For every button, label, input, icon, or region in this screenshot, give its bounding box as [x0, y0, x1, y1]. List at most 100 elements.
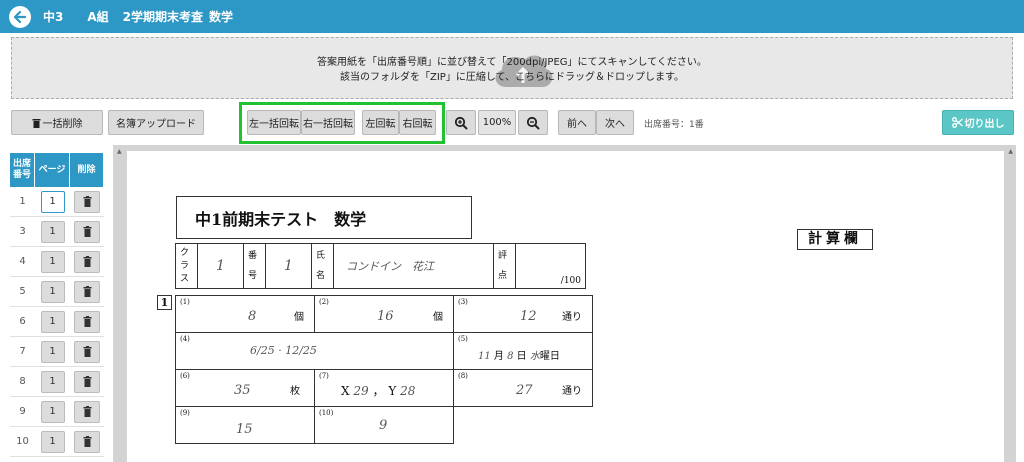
page-field[interactable]: 1 [35, 190, 70, 213]
student-row[interactable]: 41 [10, 247, 104, 277]
answer-label: (8) [458, 372, 468, 380]
page-value[interactable]: 1 [40, 400, 65, 423]
next-label: 次へ [605, 119, 625, 130]
cut-out-button[interactable]: 切り出し [942, 110, 1014, 135]
delete-button[interactable] [70, 430, 104, 453]
zoom-level-label: 100% [482, 117, 512, 128]
delete-button[interactable] [70, 220, 104, 243]
student-row[interactable]: 31 [10, 217, 104, 247]
trash-icon[interactable] [74, 310, 100, 333]
page-value[interactable]: 1 [40, 220, 65, 243]
seat-number: 6 [19, 316, 26, 327]
prev-button[interactable]: 前へ [558, 110, 596, 135]
page-value[interactable]: 1 [40, 310, 65, 333]
answer-value: 15 [236, 422, 253, 437]
score-cell-value: /100 [515, 243, 586, 289]
page-value[interactable]: 1 [40, 190, 65, 213]
delete-button[interactable] [70, 250, 104, 273]
question-number: 1 [157, 295, 172, 310]
name-cell-value: コンドイン 花江 [333, 243, 494, 289]
trash-icon[interactable] [74, 190, 100, 213]
next-button[interactable]: 次へ [596, 110, 634, 135]
answer-cell-7: (7) X 29 ， Y 28 [314, 369, 454, 407]
delete-button[interactable] [70, 370, 104, 393]
delete-button[interactable] [70, 340, 104, 363]
trash-icon[interactable] [74, 400, 100, 423]
trash-icon[interactable] [74, 250, 100, 273]
page-field[interactable]: 1 [35, 430, 70, 453]
rotate-left-button[interactable]: 左回転 [362, 110, 399, 135]
page-value[interactable]: 1 [40, 250, 65, 273]
rotate-right-button[interactable]: 右回転 [399, 110, 436, 135]
student-row[interactable]: 91 [10, 397, 104, 427]
student-row[interactable]: 81 [10, 367, 104, 397]
upload-drop-zone[interactable]: 答案用紙を「出席番号順」に並び替えて「200dpi/JPEG」にてスキャンしてく… [11, 37, 1013, 99]
seat-number: 8 [19, 376, 26, 387]
page-value[interactable]: 1 [40, 280, 65, 303]
page-field[interactable]: 1 [35, 220, 70, 243]
trash-icon[interactable] [74, 220, 100, 243]
trash-icon[interactable] [74, 430, 100, 453]
answer-value: 27 [516, 383, 533, 398]
answer-label: (4) [180, 335, 190, 343]
answer-label: (10) [319, 409, 334, 417]
arrow-left-icon [13, 10, 27, 23]
xy-separator: ， [372, 384, 385, 398]
page-field[interactable]: 1 [35, 400, 70, 423]
class-cell-value: 1 [197, 243, 244, 289]
answer-unit: 個 [433, 312, 443, 323]
answer-cell-8: (8) 27 通り [453, 369, 593, 407]
trash-icon[interactable] [74, 340, 100, 363]
trash-icon[interactable] [74, 280, 100, 303]
answer-label: (9) [180, 409, 190, 417]
delete-button[interactable] [70, 400, 104, 423]
page-value[interactable]: 1 [40, 430, 65, 453]
x-value: 29 [353, 384, 369, 398]
number-cell-label: 番号 [243, 243, 266, 289]
answer-cell-10: (10) 9 [314, 406, 454, 444]
sheet-title: 中1前期末テスト 数学 [176, 196, 472, 239]
student-row[interactable]: 71 [10, 337, 104, 367]
answer-cell-5: (5) 11 月 8 日 水曜日 [453, 332, 593, 370]
scan-viewer[interactable]: ▲ ▲ 中1前期末テスト 数学 計算欄 クラス 1 番号 1 氏名 コンドイン … [113, 145, 1016, 462]
scroll-up-icon-right[interactable]: ▲ [1008, 148, 1013, 155]
trash-icon[interactable] [74, 370, 100, 393]
rotate-right-label: 右回転 [402, 119, 433, 130]
delete-button[interactable] [70, 280, 104, 303]
page-field[interactable]: 1 [35, 250, 70, 273]
answer-label: (7) [319, 372, 329, 380]
page-field[interactable]: 1 [35, 340, 70, 363]
student-list: 出席 番号 ページ 削除 1 1 3 1 4 1 5 1 6 1 7 1 8 1 9 1 10 1 [10, 153, 104, 457]
day-value: 8 [507, 351, 514, 362]
zoom-in-button[interactable] [446, 110, 476, 135]
back-button[interactable] [9, 5, 31, 28]
page-value[interactable]: 1 [40, 370, 65, 393]
page-field[interactable]: 1 [35, 370, 70, 393]
page-value[interactable]: 1 [40, 340, 65, 363]
delete-button[interactable] [70, 310, 104, 333]
exam-name: 2学期期末考査 [122, 10, 204, 24]
calc-label: 計算欄 [797, 229, 873, 250]
student-row[interactable]: 51 [10, 277, 104, 307]
page-field[interactable]: 1 [35, 280, 70, 303]
scroll-up-icon[interactable]: ▲ [117, 148, 122, 155]
answer-value: 35 [234, 383, 251, 398]
rotate-all-right-button[interactable]: 右一括回転 [301, 110, 355, 135]
page-field[interactable]: 1 [35, 310, 70, 333]
answer-unit: 個 [294, 312, 304, 323]
student-list-header: 出席 番号 ページ 削除 [10, 153, 104, 187]
seat-number: 4 [19, 256, 26, 267]
student-row[interactable]: 11 [10, 187, 104, 217]
zoom-out-button[interactable] [518, 110, 548, 135]
x-label: X [341, 384, 350, 398]
rotate-all-left-button[interactable]: 左一括回転 [247, 110, 301, 135]
student-row[interactable]: 10 1 [10, 427, 104, 457]
scissors-icon [951, 117, 963, 128]
roster-upload-button[interactable]: 名簿アップロード [108, 110, 204, 135]
answer-cell-2: (2) 16 個 [314, 295, 454, 333]
delete-button[interactable] [70, 190, 104, 213]
bulk-delete-button[interactable]: 一括削除 [11, 110, 103, 135]
weekday-value: 水 [529, 351, 540, 362]
answer-label: (1) [180, 298, 190, 306]
student-row[interactable]: 61 [10, 307, 104, 337]
